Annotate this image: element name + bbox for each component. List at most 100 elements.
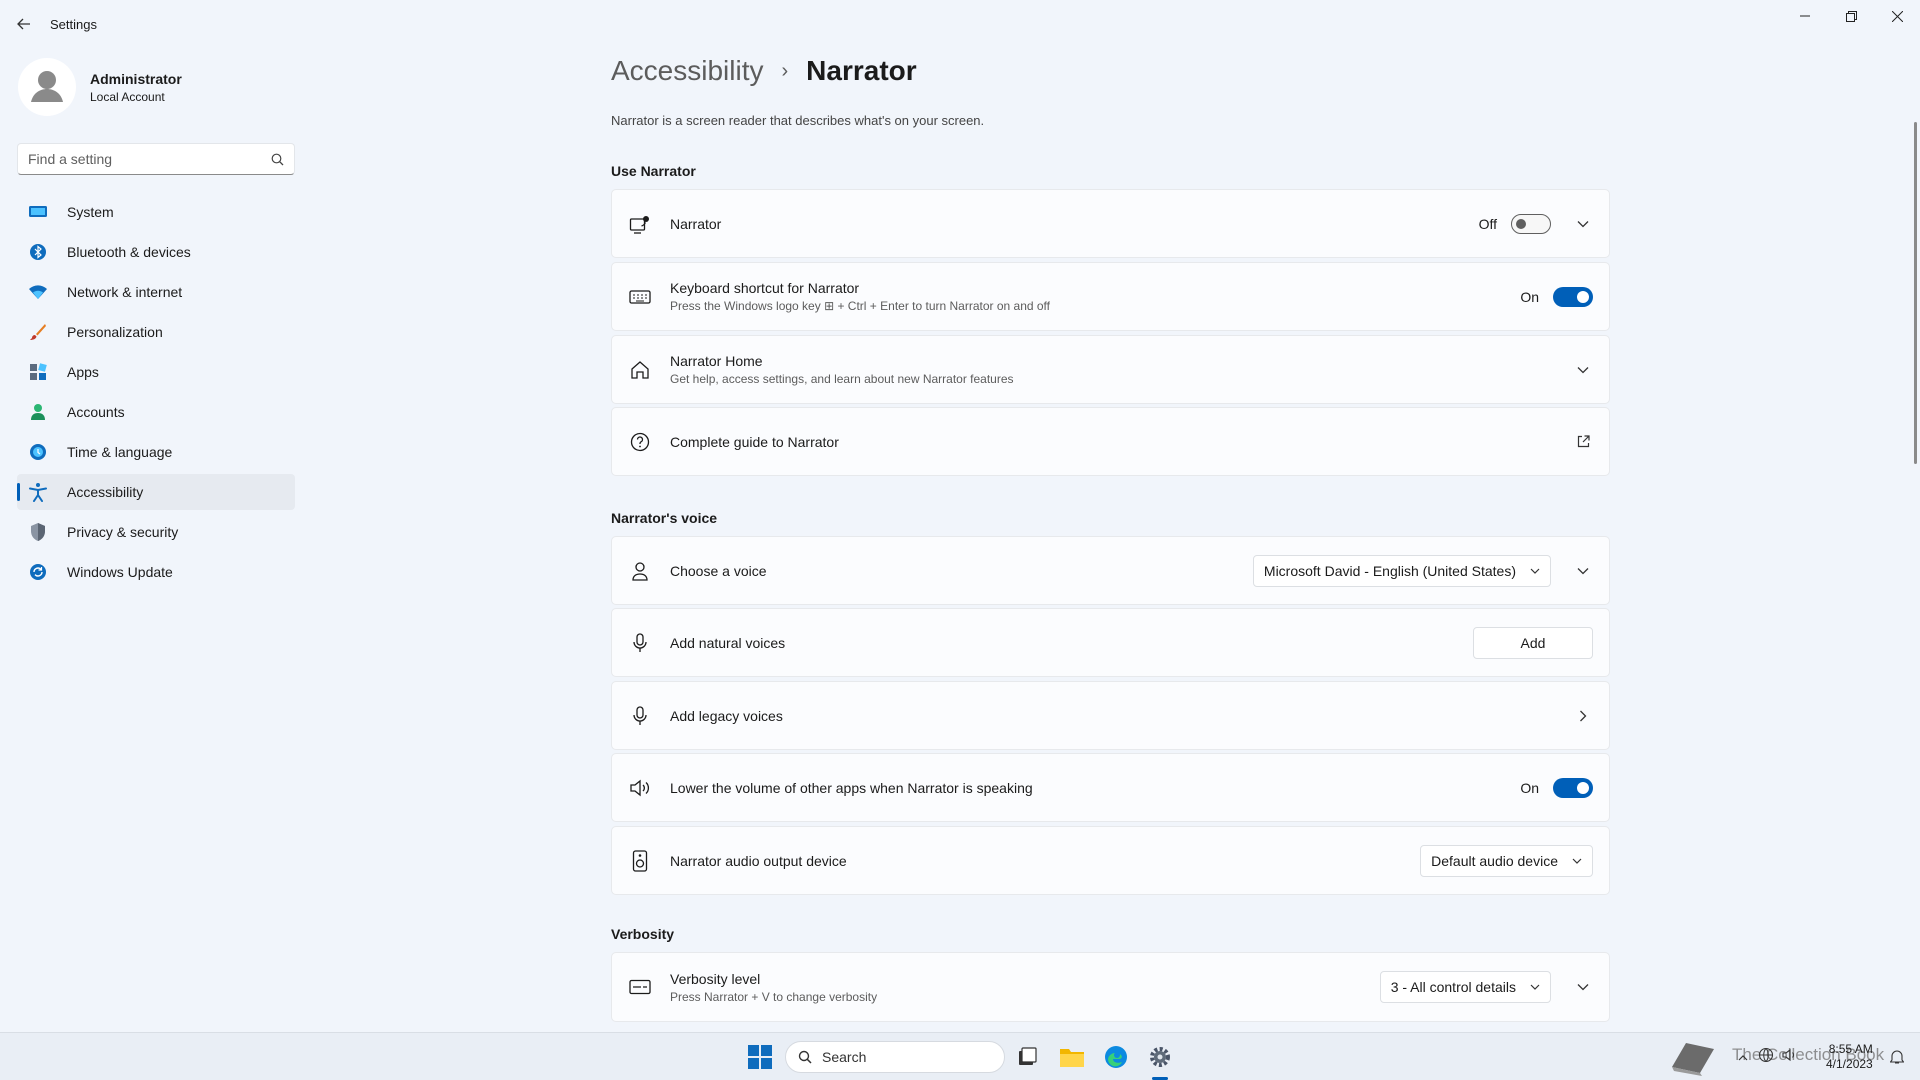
- sidebar-item-time-language[interactable]: Time & language: [17, 434, 295, 470]
- lower-volume-card[interactable]: Lower the volume of other apps when Narr…: [611, 753, 1610, 822]
- close-button[interactable]: [1874, 0, 1920, 32]
- sidebar-item-label: Privacy & security: [67, 524, 179, 540]
- restore-icon: [1845, 10, 1857, 22]
- choose-voice-card[interactable]: Choose a voice Microsoft David - English…: [611, 536, 1610, 605]
- minimize-button[interactable]: [1782, 0, 1828, 32]
- profile-account-type: Local Account: [90, 89, 165, 104]
- audio-device-icon: [628, 849, 652, 873]
- sidebar-item-accessibility[interactable]: Accessibility: [17, 474, 295, 510]
- task-view-button[interactable]: [1011, 1041, 1043, 1073]
- notification-icon[interactable]: [1889, 1049, 1905, 1070]
- chevron-down-icon: [1572, 858, 1582, 864]
- keyboard-shortcut-toggle[interactable]: [1553, 286, 1593, 307]
- sidebar-item-label: Apps: [67, 364, 99, 380]
- sidebar-item-bluetooth[interactable]: Bluetooth & devices: [17, 234, 295, 270]
- speaker-icon: [628, 776, 652, 800]
- narrator-card[interactable]: Narrator Off: [611, 189, 1610, 258]
- sidebar-item-accounts[interactable]: Accounts: [17, 394, 295, 430]
- external-link-icon[interactable]: [1573, 432, 1593, 452]
- scrollbar[interactable]: [1914, 122, 1917, 464]
- home-icon: [628, 358, 652, 382]
- microphone-icon: [628, 631, 652, 655]
- edge-icon: [1105, 1046, 1127, 1068]
- tray-icons[interactable]: [1738, 1033, 1798, 1080]
- narrator-state-label: Off: [1478, 215, 1497, 232]
- card-title: Verbosity level: [670, 970, 761, 987]
- narrator-toggle[interactable]: [1511, 213, 1551, 234]
- search-input[interactable]: [28, 151, 271, 167]
- audio-output-dropdown[interactable]: Default audio device: [1420, 844, 1593, 877]
- keyboard-shortcut-state-label: On: [1520, 288, 1539, 305]
- file-explorer-button[interactable]: [1056, 1041, 1088, 1073]
- title-bar: Settings: [0, 0, 1920, 48]
- sidebar-item-system[interactable]: System: [17, 194, 295, 230]
- restore-button[interactable]: [1828, 0, 1874, 32]
- card-title: Keyboard shortcut for Narrator: [670, 280, 860, 296]
- page-title: Narrator: [806, 55, 917, 86]
- breadcrumb-separator: ›: [781, 59, 789, 82]
- card-subtitle: Press the Windows logo key ⊞ + Ctrl + En…: [670, 299, 1051, 313]
- system-tray: [1668, 1033, 1720, 1080]
- sidebar-item-label: Personalization: [67, 324, 163, 340]
- gear-icon: [1150, 1047, 1170, 1067]
- taskbar: Search The Collection Book 8:55 AM 4/1/2…: [0, 1032, 1920, 1080]
- chevron-down-icon[interactable]: [1573, 977, 1593, 997]
- taskbar-search[interactable]: Search: [785, 1041, 1005, 1073]
- verbosity-dropdown[interactable]: 3 - All control details: [1379, 971, 1551, 1003]
- sidebar-item-windows-update[interactable]: Windows Update: [17, 554, 295, 590]
- lower-volume-toggle[interactable]: [1553, 777, 1593, 798]
- add-natural-voices-button[interactable]: Add: [1473, 626, 1593, 659]
- narrator-icon: [628, 212, 652, 236]
- verbosity-level-card[interactable]: Verbosity level Press Narrator + V to ch…: [611, 952, 1610, 1022]
- voice-dropdown[interactable]: Microsoft David - English (United States…: [1252, 554, 1551, 587]
- shield-icon: [27, 521, 49, 543]
- back-button[interactable]: [12, 12, 36, 36]
- sidebar-item-network[interactable]: Network & internet: [17, 274, 295, 310]
- accessibility-icon: [27, 481, 49, 503]
- chevron-up-icon[interactable]: [1738, 1048, 1748, 1066]
- system-icon: [27, 201, 49, 223]
- sidebar-item-personalization[interactable]: Personalization: [17, 314, 295, 350]
- settings-app-button[interactable]: [1144, 1041, 1176, 1073]
- profile-name: Administrator: [90, 70, 182, 87]
- person-icon: [628, 559, 652, 583]
- audio-output-card[interactable]: Narrator audio output device Default aud…: [611, 826, 1610, 895]
- start-button[interactable]: [746, 1043, 774, 1071]
- taskbar-clock[interactable]: 8:55 AM 4/1/2023: [1826, 1042, 1873, 1072]
- sidebar-item-label: System: [67, 204, 114, 220]
- chevron-down-icon[interactable]: [1573, 360, 1593, 380]
- search-box[interactable]: [17, 143, 295, 175]
- help-icon: [628, 430, 652, 454]
- globe-icon[interactable]: [1758, 1047, 1774, 1068]
- edge-browser-button[interactable]: [1100, 1041, 1132, 1073]
- card-title: Choose a voice: [670, 562, 767, 579]
- lower-volume-state-label: On: [1520, 779, 1539, 796]
- sidebar-item-label: Network & internet: [67, 284, 183, 300]
- toggle-knob: [1577, 290, 1589, 303]
- volume-icon[interactable]: [1782, 1047, 1798, 1068]
- chevron-down-icon: [1530, 984, 1540, 990]
- narrator-home-card[interactable]: Narrator Home Get help, access settings,…: [611, 335, 1610, 404]
- chevron-down-icon[interactable]: [1573, 561, 1593, 581]
- card-title: Narrator: [670, 215, 722, 232]
- sidebar-item-label: Accessibility: [67, 484, 144, 500]
- clock-date: 4/1/2023: [1826, 1057, 1873, 1071]
- sidebar-nav: System Bluetooth & devices Network & int…: [17, 194, 295, 594]
- verbosity-dropdown-value: 3 - All control details: [1390, 979, 1516, 995]
- add-legacy-voices-card[interactable]: Add legacy voices: [611, 681, 1610, 750]
- chevron-right-icon[interactable]: [1573, 706, 1593, 726]
- back-arrow-icon: [17, 18, 30, 30]
- card-title: Add legacy voices: [670, 707, 783, 724]
- keyboard-shortcut-card[interactable]: Keyboard shortcut for Narrator Press the…: [611, 262, 1610, 331]
- card-title: Add natural voices: [670, 634, 786, 651]
- add-natural-voices-card[interactable]: Add natural voices Add: [611, 608, 1610, 677]
- chevron-down-icon[interactable]: [1573, 214, 1593, 234]
- user-avatar-icon: [31, 71, 63, 102]
- complete-guide-card[interactable]: Complete guide to Narrator: [611, 407, 1610, 476]
- card-title: Complete guide to Narrator: [670, 433, 839, 450]
- sidebar-item-privacy[interactable]: Privacy & security: [17, 514, 295, 550]
- sidebar-item-apps[interactable]: Apps: [17, 354, 295, 390]
- breadcrumb-parent[interactable]: Accessibility: [611, 55, 763, 87]
- voice-dropdown-value: Microsoft David - English (United States…: [1263, 562, 1516, 579]
- user-profile[interactable]: Administrator Local Account: [18, 58, 182, 116]
